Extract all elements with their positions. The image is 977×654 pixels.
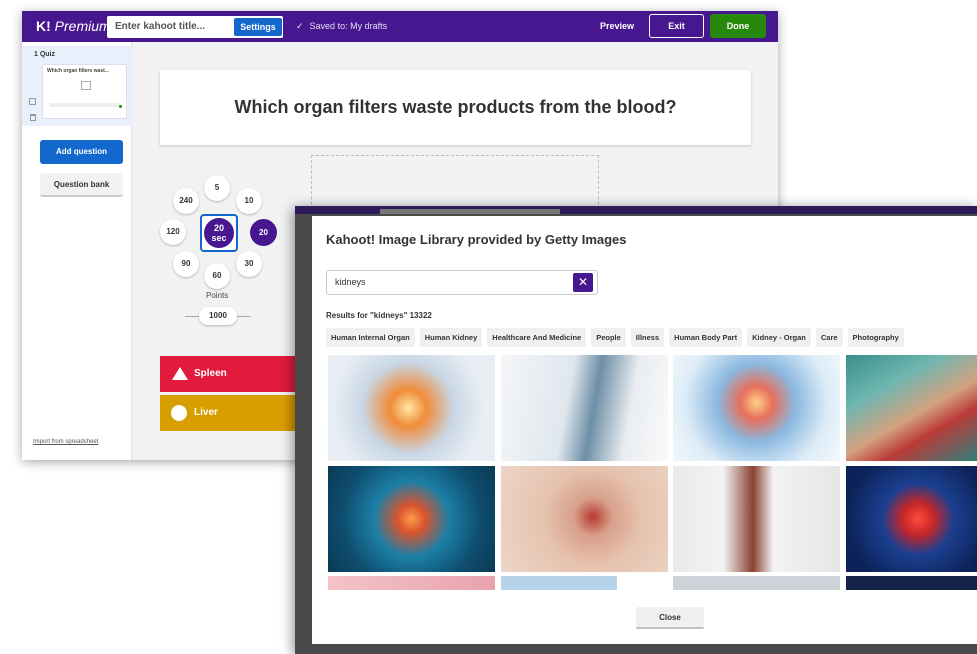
image-library-modal: Kahoot! Image Library provided by Getty … xyxy=(312,216,977,644)
duplicate-icon[interactable] xyxy=(29,98,36,105)
image-search-input[interactable]: kidneys xyxy=(326,270,598,295)
points-label: Points xyxy=(206,291,229,300)
exit-button[interactable]: Exit xyxy=(649,14,704,38)
screenshot-stage: K! Premium Enter kahoot title... Setting… xyxy=(0,0,977,654)
image-placeholder-icon xyxy=(81,81,91,90)
slide-item[interactable]: 1 Quiz Which organ filters wast... xyxy=(22,46,132,126)
save-status-text: Saved to: My drafts xyxy=(309,21,388,31)
image-result-partial[interactable] xyxy=(846,576,977,590)
tag-chip[interactable]: Photography xyxy=(847,328,904,347)
save-status: ✓ Saved to: My drafts xyxy=(296,21,387,32)
check-icon: ✓ xyxy=(296,21,304,31)
tag-filter-row: Human Internal Organ Human Kidney Healthca… xyxy=(326,327,977,347)
answer-1-text: Spleen xyxy=(194,368,227,379)
time-option-5[interactable]: 5 xyxy=(204,175,230,201)
add-question-button[interactable]: Add question xyxy=(40,140,123,164)
logo-brand: K! xyxy=(36,18,51,34)
modal-title: Kahoot! Image Library provided by Getty … xyxy=(326,232,627,247)
time-limit-selector[interactable]: 20 sec xyxy=(200,214,238,252)
settings-button[interactable]: Settings xyxy=(234,18,282,36)
question-bank-button[interactable]: Question bank xyxy=(40,173,123,197)
image-result-partial[interactable] xyxy=(501,576,617,590)
tag-chip[interactable]: Human Internal Organ xyxy=(326,328,415,347)
tag-chip[interactable]: Human Kidney xyxy=(419,328,483,347)
clear-search-icon[interactable]: ✕ xyxy=(573,273,593,292)
tag-chip[interactable]: Care xyxy=(815,328,843,347)
time-option-120[interactable]: 120 xyxy=(160,219,186,245)
kahoot-logo: K! Premium xyxy=(36,18,111,34)
tag-chip[interactable]: Healthcare And Medicine xyxy=(487,328,587,347)
done-button[interactable]: Done xyxy=(710,14,766,38)
preview-button[interactable]: Preview xyxy=(600,21,634,31)
triangle-icon xyxy=(172,367,188,380)
time-option-30[interactable]: 30 xyxy=(236,251,262,277)
tag-chip[interactable]: Kidney - Organ xyxy=(747,328,811,347)
slide-thumbnail-answers xyxy=(49,103,121,107)
image-result[interactable] xyxy=(501,355,668,461)
editor-top-bar: K! Premium Enter kahoot title... Setting… xyxy=(22,11,778,42)
image-result-partial[interactable] xyxy=(673,576,840,590)
image-result[interactable] xyxy=(328,355,495,461)
question-title-input[interactable]: Which organ filters waste products from … xyxy=(160,70,751,145)
image-result[interactable] xyxy=(846,466,977,572)
image-result[interactable] xyxy=(846,355,977,461)
points-value[interactable]: 1000 xyxy=(199,307,237,325)
tag-chip[interactable]: Illness xyxy=(630,328,665,347)
time-limit-selected: 20 sec xyxy=(204,218,234,248)
time-option-20[interactable]: 20 xyxy=(250,219,277,246)
answer-1[interactable]: Spleen xyxy=(160,356,300,392)
results-count: Results for "kidneys" 13322 xyxy=(326,311,432,320)
close-button[interactable]: Close xyxy=(636,607,704,629)
correct-answer-dot xyxy=(119,105,122,108)
slide-thumbnail-title: Which organ filters wast... xyxy=(47,68,109,74)
time-selected-value: 20 xyxy=(213,223,224,233)
slide-label: 1 Quiz xyxy=(34,51,56,58)
image-result[interactable] xyxy=(501,466,668,572)
answer-2[interactable]: Liver xyxy=(160,395,300,431)
trash-icon[interactable] xyxy=(30,114,36,121)
circle-icon xyxy=(171,405,187,421)
tag-chip[interactable]: Human Body Part xyxy=(669,328,743,347)
answer-2-text: Liver xyxy=(194,407,218,418)
background-title-field xyxy=(380,209,560,214)
image-result[interactable] xyxy=(328,466,495,572)
import-spreadsheet-link[interactable]: Import from spreadsheet xyxy=(33,439,98,445)
time-selected-unit: sec xyxy=(211,233,227,243)
time-option-10[interactable]: 10 xyxy=(236,188,262,214)
time-option-240[interactable]: 240 xyxy=(173,188,199,214)
tag-chip[interactable]: People xyxy=(591,328,626,347)
time-option-90[interactable]: 90 xyxy=(173,251,199,277)
image-result[interactable] xyxy=(673,466,840,572)
image-result-partial[interactable] xyxy=(328,576,495,590)
image-result[interactable] xyxy=(673,355,840,461)
logo-plan: Premium xyxy=(54,18,111,34)
slide-thumbnail[interactable]: Which organ filters wast... xyxy=(42,64,127,119)
editor-sidebar: 1 Quiz Which organ filters wast... Add q… xyxy=(22,42,132,460)
image-library-window: Kahoot! Image Library provided by Getty … xyxy=(295,206,977,654)
time-option-60[interactable]: 60 xyxy=(204,263,230,289)
